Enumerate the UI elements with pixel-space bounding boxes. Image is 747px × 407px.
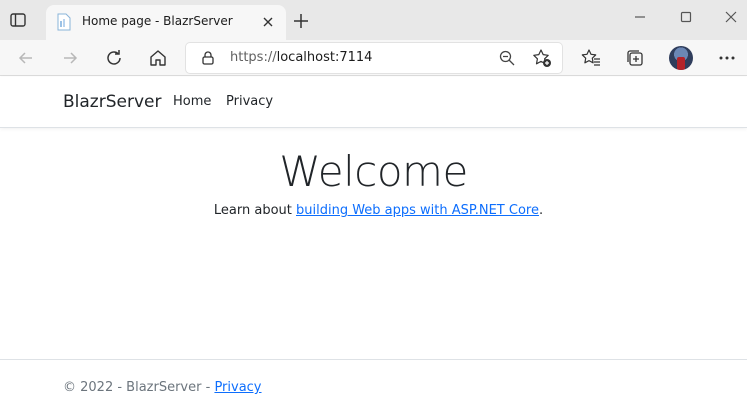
tab-title: Home page - BlazrServer <box>82 14 233 28</box>
add-favorite-icon[interactable] <box>532 48 552 68</box>
learn-prefix: Learn about <box>213 203 296 218</box>
lock-icon[interactable] <box>200 50 216 66</box>
profile-avatar[interactable] <box>669 46 693 70</box>
collections-icon[interactable] <box>625 48 645 68</box>
learn-about-text: Learn about building Web apps with ASP.N… <box>0 203 747 218</box>
browser-tab-strip: Home page - BlazrServer <box>0 0 747 40</box>
welcome-heading: Welcome <box>279 147 468 196</box>
url-protocol: https:// <box>230 50 277 65</box>
url-host: localhost:7114 <box>276 50 373 65</box>
site-navbar: BlazrServer Home Privacy <box>0 77 747 128</box>
maximize-icon[interactable] <box>679 10 693 24</box>
browser-toolbar: https://localhost:7114 <box>0 40 747 76</box>
footer-privacy-link[interactable]: Privacy <box>214 380 261 395</box>
minimize-icon[interactable] <box>633 10 647 24</box>
refresh-icon[interactable] <box>104 48 124 68</box>
navbar-brand[interactable]: BlazrServer <box>63 92 161 112</box>
copyright-text: © 2022 - BlazrServer - <box>63 380 215 395</box>
new-tab-plus-icon[interactable] <box>292 12 310 30</box>
address-bar[interactable]: https://localhost:7114 <box>186 43 562 73</box>
active-tab[interactable]: Home page - BlazrServer <box>46 5 286 40</box>
aspnet-docs-link[interactable]: building Web apps with ASP.NET Core <box>296 203 539 218</box>
forward-icon[interactable] <box>60 48 80 68</box>
page-favicon-icon <box>56 13 72 31</box>
nav-link-home[interactable]: Home <box>173 94 211 109</box>
home-icon[interactable] <box>148 48 168 68</box>
more-icon[interactable] <box>717 48 737 68</box>
url-text[interactable]: https://localhost:7114 <box>230 50 372 65</box>
footer-text: © 2022 - BlazrServer - Privacy <box>63 380 262 395</box>
nav-link-privacy[interactable]: Privacy <box>226 94 273 109</box>
back-icon[interactable] <box>16 48 36 68</box>
close-tab-icon[interactable] <box>261 15 275 29</box>
close-window-icon[interactable] <box>724 10 738 24</box>
tab-actions-icon[interactable] <box>9 11 27 29</box>
learn-suffix: . <box>538 203 544 218</box>
favorites-icon[interactable] <box>581 48 601 68</box>
zoom-out-icon[interactable] <box>498 49 516 67</box>
site-footer: © 2022 - BlazrServer - Privacy <box>0 359 747 407</box>
